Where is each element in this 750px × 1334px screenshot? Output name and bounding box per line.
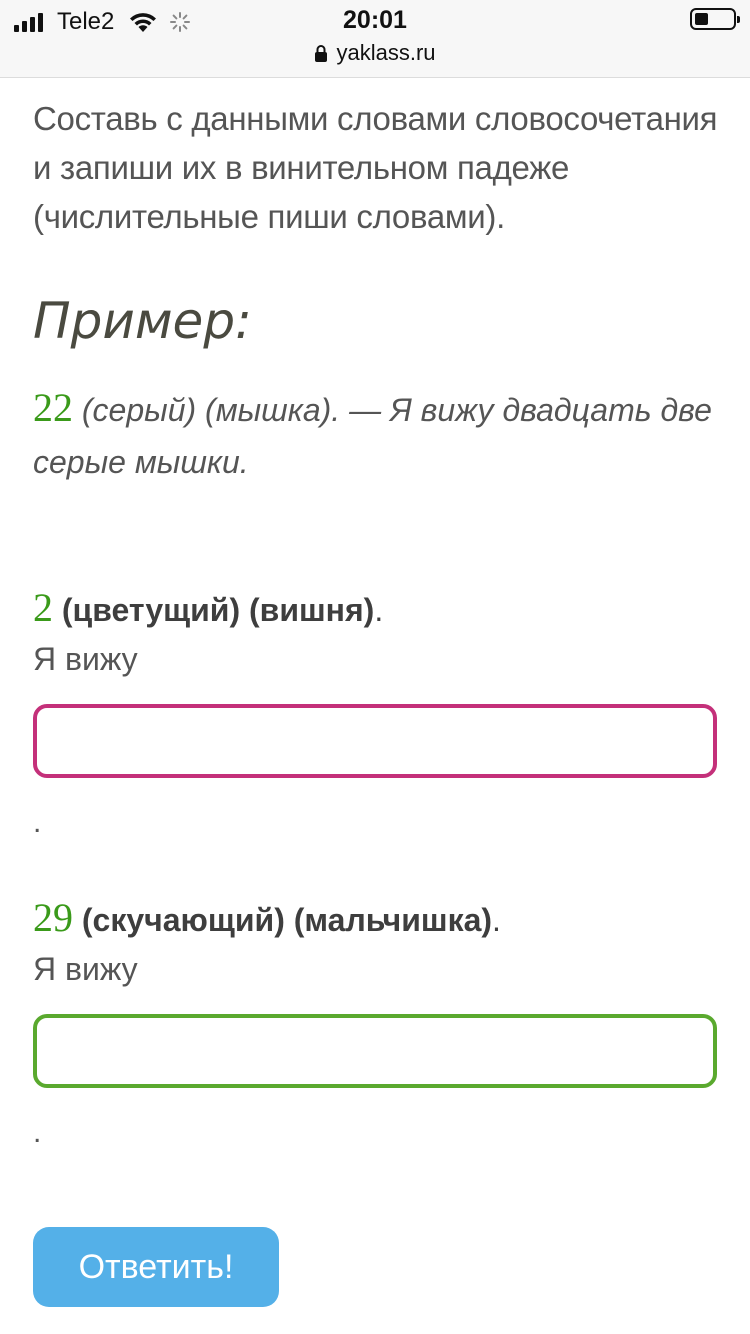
task-2-prompt-line: 29 (скучающий) (мальчишка). [33, 894, 723, 941]
task-2-number: 29 [33, 895, 73, 940]
lock-icon [315, 45, 328, 62]
task-1-words: (цветущий) (вишня) [53, 592, 375, 628]
task-1-sentence-start: Я вижу [33, 641, 138, 677]
task-1-prompt-line: 2 (цветущий) (вишня). [33, 584, 723, 631]
status-time: 20:01 [343, 6, 407, 34]
url-text: yaklass.ru [336, 40, 436, 65]
task-1-period: . [374, 592, 384, 628]
task-2-period: . [492, 902, 501, 938]
submit-button[interactable]: Ответить! [33, 1227, 279, 1307]
task-1-answer-input[interactable] [33, 704, 717, 778]
example-sentence: (серый) (мышка). — Я вижу двадцать две с… [33, 392, 712, 480]
status-bar: Tele2 20:01 yaklass.ru [0, 0, 750, 78]
task-1-number: 2 [33, 585, 53, 630]
task-2: 29 (скучающий) (мальчишка). Я вижу [33, 894, 723, 988]
task-2-end-dot: . [33, 1116, 42, 1149]
task-1: 2 (цветущий) (вишня). Я вижу [33, 584, 723, 678]
address-bar[interactable]: yaklass.ru [0, 40, 750, 66]
task-2-answer-input[interactable] [33, 1014, 717, 1088]
task-1-end-dot: . [33, 806, 42, 839]
example-number: 22 [33, 385, 73, 430]
battery-icon [690, 8, 740, 30]
task-2-sentence-start: Я вижу [33, 951, 138, 987]
task-2-words: (скучающий) (мальчишка) [73, 902, 493, 938]
task-instruction: Составь с данными словами словосочетания… [33, 100, 718, 235]
example-title: Пример: [33, 292, 252, 350]
example-text: 22 (серый) (мышка). — Я вижу двадцать дв… [33, 382, 723, 488]
